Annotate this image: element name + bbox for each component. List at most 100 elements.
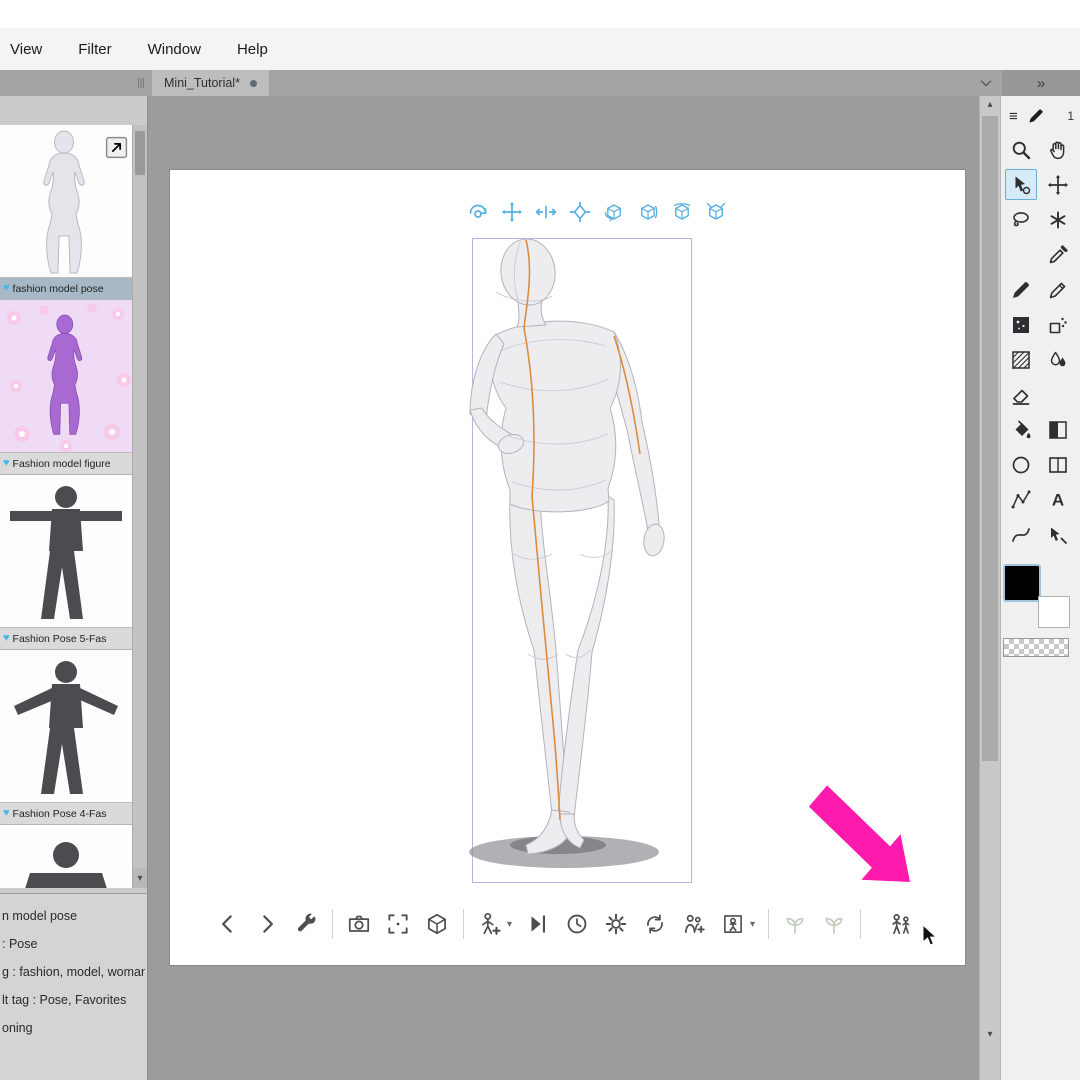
people-pair-icon[interactable] (888, 911, 914, 937)
material-item[interactable] (0, 825, 133, 888)
material-item[interactable]: ♥ fashion model pose (0, 125, 133, 300)
plant-right-icon[interactable] (821, 911, 847, 937)
chevron-right-icon[interactable] (254, 911, 280, 937)
crop-frame-icon[interactable] (385, 911, 411, 937)
figure-add-icon[interactable] (477, 911, 503, 937)
material-label: ♥ fashion model pose (0, 278, 133, 300)
tool-flow-select[interactable] (1042, 519, 1074, 550)
tool-pen[interactable] (1005, 274, 1037, 305)
material-label-text: fashion model pose (12, 282, 104, 295)
camera-rotate-icon[interactable] (466, 200, 490, 224)
tool-gradient[interactable] (1042, 414, 1074, 445)
menu-item-view[interactable]: View (10, 41, 42, 58)
scroll-up-arrow-icon[interactable]: ▴ (980, 99, 1000, 110)
menu-item-help[interactable]: Help (237, 41, 268, 58)
dropdown-caret-icon[interactable]: ▾ (507, 919, 512, 930)
menu-hamburger-icon[interactable]: ≡ (1009, 109, 1018, 124)
chevron-down-icon[interactable] (978, 75, 994, 91)
object-launcher-toolbar: ▾ ▾ (215, 903, 914, 945)
scroll-down-arrow-icon[interactable]: ▾ (980, 1029, 1000, 1040)
material-thumbnail[interactable] (0, 125, 133, 278)
materials-list: ♥ fashion model pose ♥ Fashion model figure… (0, 125, 133, 888)
sub-color-swatch[interactable] (1038, 596, 1070, 628)
tool-circle-shape[interactable] (1005, 449, 1037, 480)
tool-curve[interactable] (1005, 519, 1037, 550)
tool-polyline[interactable] (1005, 484, 1037, 515)
cube-free-icon[interactable] (704, 200, 728, 224)
toolbar-separator (860, 909, 862, 939)
document-tab[interactable]: Mini_Tutorial* (152, 70, 269, 96)
material-thumbnail[interactable] (0, 300, 133, 453)
box-figure-icon[interactable] (720, 911, 746, 937)
export-icon[interactable] (104, 135, 129, 160)
materials-scrollbar-thumb[interactable] (135, 131, 145, 175)
tool-hand[interactable] (1042, 134, 1074, 165)
material-thumbnail[interactable] (0, 825, 133, 888)
tool-move[interactable] (1042, 169, 1074, 200)
scroll-down-arrow-icon[interactable]: ▾ (133, 868, 147, 888)
tool-blend[interactable] (1042, 344, 1074, 375)
material-thumbnail[interactable] (0, 475, 133, 628)
tool-text-tool[interactable]: A (1042, 484, 1074, 515)
tool-dark-brush[interactable] (1005, 309, 1037, 340)
tool-palette-header: ≡ 1 (1001, 96, 1080, 128)
svg-text:A: A (1052, 490, 1064, 509)
material-label-text: Fashion Pose 5-Fas (12, 632, 107, 645)
main-color-swatch[interactable] (1003, 564, 1041, 602)
3d-figure[interactable] (462, 232, 692, 887)
tool-eraser[interactable] (1005, 379, 1037, 410)
tool-object-select[interactable] (1005, 169, 1037, 200)
material-info-line: oning (2, 1021, 33, 1035)
materials-panel: ♥ fashion model pose ♥ Fashion model figure… (0, 96, 148, 1080)
menu-item-window[interactable]: Window (148, 41, 201, 58)
camera-zoom-icon[interactable] (534, 200, 558, 224)
tool-palette: ≡ 1 A (1000, 96, 1080, 1080)
people-add-icon[interactable] (681, 911, 707, 937)
tool-empty (1005, 239, 1037, 270)
grip-icon[interactable] (134, 75, 148, 91)
tab-overflow-button[interactable]: » (1002, 70, 1080, 96)
canvas-scrollbar-thumb[interactable] (982, 116, 998, 761)
camera-pan-icon[interactable] (500, 200, 524, 224)
chevron-left-icon[interactable] (215, 911, 241, 937)
tool-decoration[interactable] (1042, 309, 1074, 340)
material-info-line: n model pose (2, 909, 78, 923)
menu-item-filter[interactable]: Filter (78, 41, 111, 58)
material-item[interactable]: ♥ Fashion model figure (0, 300, 133, 475)
favorite-heart-icon: ♥ (3, 807, 10, 819)
canvas-scrollbar[interactable]: ▴ ▾ (979, 96, 1000, 1080)
object-move-icon[interactable] (568, 200, 592, 224)
wrench-icon[interactable] (293, 911, 319, 937)
materials-scrollbar[interactable]: ▾ (132, 125, 147, 888)
favorite-heart-icon: ♥ (3, 457, 10, 469)
tool-pencil[interactable] (1042, 274, 1074, 305)
material-item[interactable]: ♥ Fashion Pose 4-Fas (0, 650, 133, 825)
material-info-line: lt tag : Pose, Favorites (2, 993, 127, 1007)
rotate-cycle-icon[interactable] (642, 911, 668, 937)
material-label: ♥ Fashion Pose 4-Fas (0, 803, 133, 825)
clock-icon[interactable] (564, 911, 590, 937)
dropdown-caret-icon[interactable]: ▾ (750, 919, 755, 930)
camera-icon[interactable] (346, 911, 372, 937)
menu-bar: View Filter Window Help (0, 28, 1080, 70)
favorite-heart-icon: ♥ (3, 282, 10, 294)
cube-rotate-z-icon[interactable] (670, 200, 694, 224)
tool-bucket[interactable] (1005, 414, 1037, 445)
tool-frame-tool[interactable] (1042, 449, 1074, 480)
plant-left-icon[interactable] (782, 911, 808, 937)
material-item[interactable]: ♥ Fashion Pose 5-Fas (0, 475, 133, 650)
gear-icon[interactable] (603, 911, 629, 937)
tool-hatch[interactable] (1005, 344, 1037, 375)
skip-end-icon[interactable] (525, 911, 551, 937)
tab-bar: Mini_Tutorial* » (0, 70, 1080, 96)
tool-magnifier[interactable] (1005, 134, 1037, 165)
cube-icon[interactable] (424, 911, 450, 937)
cube-rotate-x-icon[interactable] (636, 200, 660, 224)
cube-rotate-y-icon[interactable] (602, 200, 626, 224)
tool-eyedropper[interactable] (1042, 239, 1074, 270)
tool-lasso[interactable] (1005, 204, 1037, 235)
canvas-area: ▾ ▾ ▴ ▾ (148, 96, 1000, 1080)
transparent-color-swatch[interactable] (1003, 638, 1069, 657)
tool-asterisk[interactable] (1042, 204, 1074, 235)
material-thumbnail[interactable] (0, 650, 133, 803)
